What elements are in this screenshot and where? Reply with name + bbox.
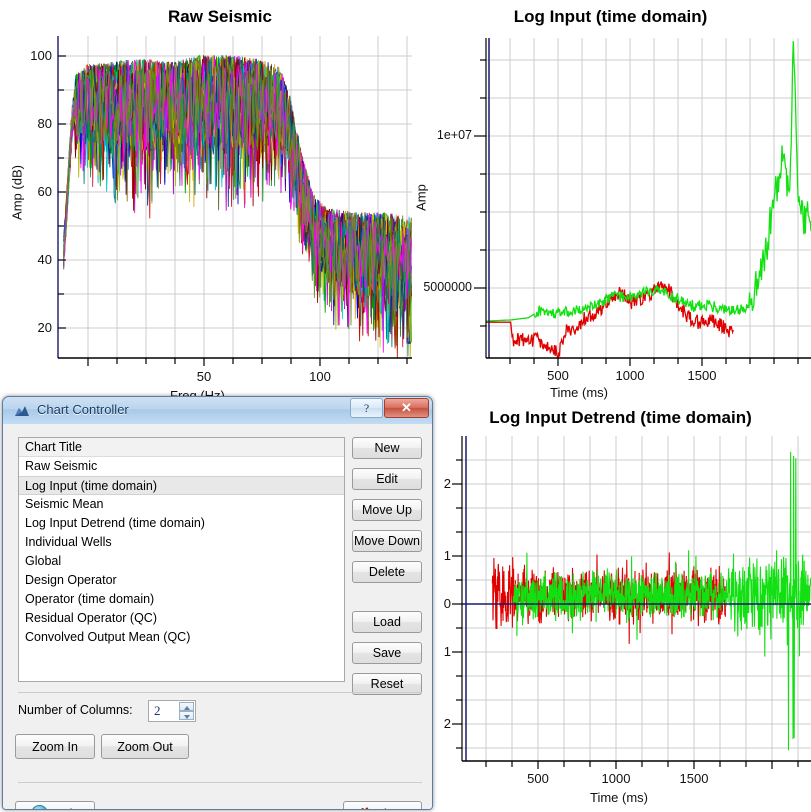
- chart-detrend-ytick-zero: 0: [435, 596, 451, 611]
- titlebar-help-button[interactable]: ?: [350, 398, 383, 418]
- list-item[interactable]: Convolved Output Mean (QC): [19, 628, 344, 647]
- list-item[interactable]: Residual Operator (QC): [19, 609, 344, 628]
- quantity-stepper[interactable]: 2: [148, 700, 196, 722]
- chart-detrend-ytick-neg2: 2: [435, 716, 451, 731]
- list-item[interactable]: Design Operator: [19, 571, 344, 590]
- chart-log-input-ytick-1e7: 1e+07: [412, 128, 472, 142]
- move-down-button[interactable]: Move Down: [352, 530, 422, 552]
- list-item[interactable]: Individual Wells: [19, 533, 344, 552]
- list-item[interactable]: Log Input (time domain): [19, 476, 344, 495]
- question-mark-icon: ?: [31, 805, 48, 810]
- close-label-rest: lose: [384, 807, 407, 811]
- divider-top: [18, 692, 422, 693]
- chart-detrend-ytick-neg1: 1: [435, 644, 451, 659]
- chart-controller-dialog[interactable]: Chart Controller ? ✕ Chart Title Raw Sei…: [2, 396, 433, 810]
- chart-log-input-detrend-plot: [440, 400, 811, 812]
- x-icon: ✗: [358, 805, 370, 810]
- chart-raw-seismic-ytick-60: 60: [18, 184, 52, 199]
- zoom-in-button[interactable]: Zoom In: [15, 734, 95, 759]
- help-button[interactable]: ? Help: [15, 801, 95, 810]
- columns-value[interactable]: 2: [154, 703, 161, 719]
- list-item[interactable]: Operator (time domain): [19, 590, 344, 609]
- chart-log-input-detrend: Log Input Detrend (time domain) Time (ms…: [440, 400, 811, 812]
- dialog-titlebar[interactable]: Chart Controller ? ✕: [3, 397, 432, 425]
- chart-raw-seismic-ytick-80: 80: [18, 116, 52, 131]
- dialog-title: Chart Controller: [37, 402, 129, 417]
- chart-raw-seismic-ytick-20: 20: [18, 320, 52, 335]
- chart-raw-seismic-ytick-40: 40: [18, 252, 52, 267]
- help-button-label: Help: [54, 807, 80, 811]
- new-button[interactable]: New: [352, 437, 422, 459]
- chart-log-input: Log Input (time domain) Amp Time (ms): [410, 0, 811, 400]
- list-item[interactable]: Log Input Detrend (time domain): [19, 514, 344, 533]
- chart-log-input-xtick-1000: 1000: [612, 368, 648, 383]
- chart-raw-seismic-ytick-100: 100: [18, 48, 52, 63]
- save-button[interactable]: Save: [352, 642, 422, 664]
- divider-bottom: [18, 782, 422, 783]
- close-button[interactable]: ✗ Close: [343, 801, 422, 810]
- chart-log-input-plot: [410, 0, 811, 400]
- chart-raw-seismic-plot: [0, 0, 440, 400]
- list-item[interactable]: Global: [19, 552, 344, 571]
- chart-detrend-ytick-pos1: 1: [435, 548, 451, 563]
- titlebar-close-button[interactable]: ✕: [384, 398, 429, 418]
- chart-log-input-xtick-1500: 1500: [684, 368, 720, 383]
- app-icon: [14, 405, 30, 417]
- chart-list-header: Chart Title: [19, 438, 344, 457]
- load-button[interactable]: Load: [352, 611, 422, 633]
- chart-raw-seismic: Raw Seismic Amp (dB) Freq (Hz): [0, 0, 440, 400]
- chart-list[interactable]: Chart Title Raw Seismic Log Input (time …: [18, 437, 345, 682]
- spinner-down-icon[interactable]: [179, 711, 194, 720]
- chart-raw-seismic-xtick-50: 50: [186, 369, 222, 384]
- chart-detrend-xtick-1500: 1500: [676, 771, 712, 786]
- chart-detrend-ytick-pos2: 2: [435, 476, 451, 491]
- chart-raw-seismic-xtick-100: 100: [302, 369, 338, 384]
- chart-log-input-ytick-5000000: 5000000: [408, 280, 472, 294]
- edit-button[interactable]: Edit: [352, 468, 422, 490]
- delete-button[interactable]: Delete: [352, 561, 422, 583]
- spinner-up-icon[interactable]: [179, 702, 194, 711]
- chart-detrend-xtick-1000: 1000: [598, 771, 634, 786]
- move-up-button[interactable]: Move Up: [352, 499, 422, 521]
- list-item[interactable]: Raw Seismic: [19, 457, 344, 476]
- spinner-buttons[interactable]: [179, 702, 194, 720]
- chart-detrend-xtick-500: 500: [520, 771, 556, 786]
- chart-log-input-xtick-500: 500: [540, 368, 576, 383]
- close-button-label: Close: [375, 807, 407, 811]
- list-item[interactable]: Seismic Mean: [19, 495, 344, 514]
- zoom-out-button[interactable]: Zoom Out: [101, 734, 189, 759]
- columns-label: Number of Columns:: [18, 703, 133, 717]
